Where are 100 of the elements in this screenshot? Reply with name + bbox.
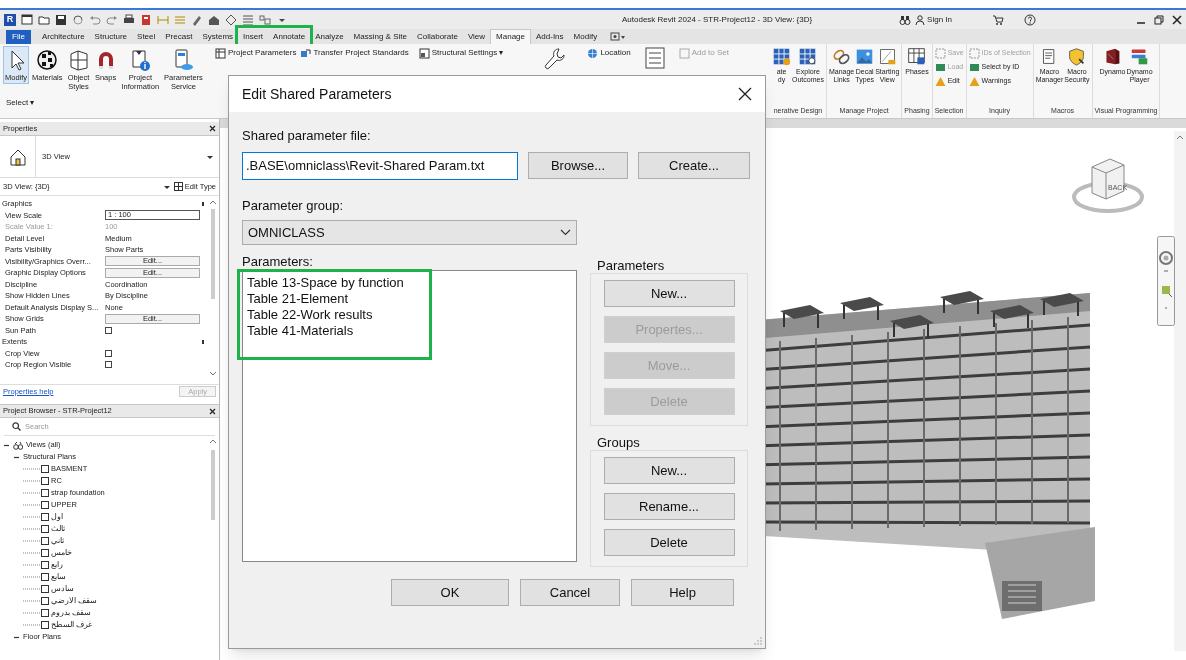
connector-line xyxy=(23,540,41,542)
close-icon[interactable] xyxy=(1172,14,1182,25)
chevron-icon xyxy=(560,229,571,236)
ribbon-tab[interactable]: Precast xyxy=(160,30,198,44)
parameter-list[interactable]: Table 13-Space by function Table 21-Element Table 22-Work results Table 41-Materials xyxy=(242,270,577,562)
collapse-icon xyxy=(201,200,205,207)
dialog-button[interactable]: Delete xyxy=(603,529,735,556)
wrench-icon[interactable] xyxy=(543,47,566,71)
warning-icon xyxy=(968,76,980,87)
cart-icon[interactable] xyxy=(992,13,1004,26)
view-frame-icon xyxy=(877,47,897,66)
connector-line xyxy=(23,492,41,494)
ribbon-tool-button[interactable]: Project Parameters xyxy=(215,47,297,59)
close-icon[interactable] xyxy=(738,87,752,101)
field-label: Parameters: xyxy=(242,255,314,269)
diamond-icon[interactable] xyxy=(225,13,237,26)
redo-icon[interactable] xyxy=(106,13,118,26)
add-set-icon xyxy=(678,47,690,59)
list-icon[interactable] xyxy=(644,47,665,69)
connector-line xyxy=(23,576,41,578)
folder-icon[interactable] xyxy=(38,13,50,26)
file-path-field[interactable]: .BASE\omniclass\Revit-Shared Param.txt xyxy=(242,151,518,180)
ribbon-tab[interactable]: Massing & Site xyxy=(348,30,412,44)
close-icon[interactable] xyxy=(209,125,216,132)
connector-line xyxy=(23,564,41,566)
dialog-button[interactable]: Create... xyxy=(638,152,750,179)
checkbox[interactable] xyxy=(105,326,112,334)
ribbon-tab[interactable]: View xyxy=(462,30,491,44)
measure-icon[interactable] xyxy=(140,13,152,26)
panel-toggle-icon[interactable] xyxy=(610,32,627,42)
resize-grip-icon xyxy=(754,637,763,646)
ribbon-tab[interactable]: Add-Ins xyxy=(531,30,569,44)
table-icon xyxy=(173,182,183,191)
connector-line xyxy=(23,552,41,554)
parameter-group-dropdown[interactable]: OMNICLASS xyxy=(242,220,577,245)
dialog-button[interactable]: New... xyxy=(603,280,735,307)
sync-icon[interactable] xyxy=(72,13,84,26)
house-icon[interactable] xyxy=(208,13,220,26)
group-title: Groups xyxy=(597,436,641,450)
field-label: Shared parameter file: xyxy=(242,127,372,145)
checkbox[interactable] xyxy=(105,361,112,369)
ribbon-tab[interactable]: Structure xyxy=(89,30,133,44)
undo-icon[interactable] xyxy=(89,13,101,26)
panel-menu-button[interactable]: Select ▾ xyxy=(6,97,35,109)
binoculars-icon[interactable] xyxy=(899,13,912,26)
ribbon-tab[interactable]: Insert xyxy=(238,30,269,44)
ribbon-tab[interactable]: Modify xyxy=(568,30,603,44)
dialog-button[interactable]: Cancel xyxy=(520,579,620,606)
sign-in-button[interactable]: Sign In xyxy=(915,13,952,26)
checkbox[interactable] xyxy=(105,349,112,357)
ribbon-tab[interactable]: Analyze xyxy=(310,30,349,44)
ribbon-tool-button[interactable]: Structural Settings ▾ xyxy=(418,47,504,59)
dialog-button[interactable]: New... xyxy=(603,457,735,484)
dialog-button[interactable]: Help xyxy=(631,579,734,606)
restore-icon[interactable] xyxy=(1154,14,1164,25)
list-item[interactable]: Table 13-Space by function xyxy=(246,275,405,291)
help-icon[interactable] xyxy=(1024,13,1036,26)
user-icon xyxy=(915,14,926,25)
file-tab[interactable]: File xyxy=(6,30,31,44)
player-icon xyxy=(1130,47,1150,66)
save-icon[interactable] xyxy=(55,13,67,26)
collapse-icon xyxy=(201,338,205,345)
settings-table-icon xyxy=(418,47,430,59)
connector-line xyxy=(23,588,41,590)
ribbon-tab[interactable]: Manage xyxy=(490,29,531,44)
ribbon-tool-button[interactable]: Location xyxy=(587,47,631,59)
connector-line xyxy=(23,528,41,530)
list-item[interactable]: Table 21-Element xyxy=(246,291,350,307)
ribbon-tab[interactable]: Collaborate xyxy=(411,30,463,44)
ribbon-tool-button[interactable]: Transfer Project Standards xyxy=(300,47,409,59)
globe-icon xyxy=(587,47,599,59)
ribbon-tab[interactable]: Steel xyxy=(132,30,161,44)
list-item[interactable]: Table 22-Work results xyxy=(246,307,374,323)
navigation-bar[interactable] xyxy=(1157,236,1175,326)
connector-line xyxy=(23,516,41,518)
print-icon[interactable] xyxy=(123,13,135,26)
scrollbar[interactable] xyxy=(1174,131,1186,651)
dialog-button[interactable]: OK xyxy=(391,579,509,606)
dialog-title: Edit Shared Parameters xyxy=(242,84,392,104)
house-icon xyxy=(8,147,27,166)
windows-icon[interactable] xyxy=(259,13,271,26)
ribbon-tab[interactable]: Architecture xyxy=(36,30,90,44)
window-icon[interactable] xyxy=(21,13,33,26)
id-icon xyxy=(968,62,980,73)
frame-box-icon xyxy=(67,49,90,71)
ribbon-tab[interactable]: Systems xyxy=(197,30,239,44)
table-icon xyxy=(215,47,226,59)
selection-icon xyxy=(934,48,946,59)
ribbon-tab[interactable]: Annotate xyxy=(268,30,311,44)
list-item[interactable]: Table 41-Materials xyxy=(246,323,355,339)
close-icon[interactable] xyxy=(209,407,216,415)
app-logo[interactable]: R xyxy=(4,13,16,26)
dialog-button[interactable]: Rename... xyxy=(603,493,735,520)
image-icon xyxy=(855,47,875,66)
grid-icon xyxy=(772,47,791,66)
connector-line xyxy=(23,480,41,482)
connector-line xyxy=(23,612,41,614)
dialog-button[interactable]: Browse... xyxy=(528,152,628,179)
checkered-sphere-icon xyxy=(36,49,59,71)
search-icon xyxy=(12,422,21,431)
